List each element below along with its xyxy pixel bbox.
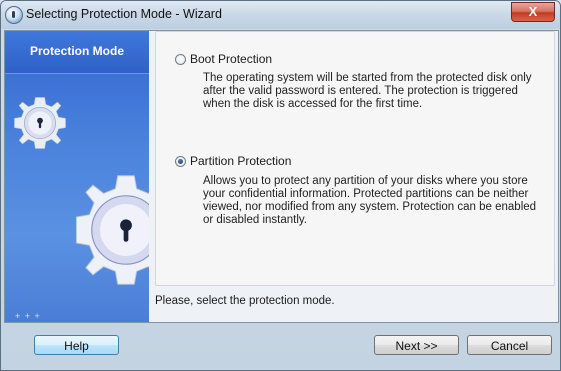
title-bar[interactable]: Selecting Protection Mode - Wizard X [1, 1, 560, 29]
options-panel: Boot Protection The operating system wil… [155, 31, 555, 286]
boot-protection-label[interactable]: Boot Protection [190, 52, 272, 66]
sidebar-dots: + + + [15, 311, 41, 321]
close-button[interactable]: X [511, 2, 555, 22]
app-lock-icon [5, 6, 23, 24]
wizard-body: Protection Mode + + + Boot Protection Th… [4, 30, 559, 323]
help-button[interactable]: Help [34, 335, 119, 355]
option-partition-protection[interactable]: Partition Protection [175, 154, 291, 168]
status-text: Please, select the protection mode. [155, 295, 335, 307]
boot-protection-description: The operating system will be started fro… [203, 72, 532, 110]
boot-protection-radio[interactable] [175, 53, 186, 65]
window-title: Selecting Protection Mode - Wizard [26, 7, 222, 21]
wizard-window: Selecting Protection Mode - Wizard X Pro… [0, 0, 561, 371]
lock-gear-icon [14, 97, 66, 149]
partition-protection-radio[interactable] [175, 155, 186, 167]
sidebar-title: Protection Mode [29, 44, 124, 58]
partition-protection-label[interactable]: Partition Protection [190, 154, 291, 168]
lock-gear-large-icon [75, 175, 149, 285]
option-boot-protection[interactable]: Boot Protection [175, 52, 272, 66]
next-button[interactable]: Next >> [374, 335, 459, 355]
partition-protection-description: Allows you to protect any partition of y… [203, 175, 537, 226]
sidebar-banner: Protection Mode + + + [5, 31, 149, 322]
cancel-button[interactable]: Cancel [467, 335, 552, 355]
content-area: Boot Protection The operating system wil… [155, 31, 558, 322]
sidebar-header: Protection Mode [5, 31, 149, 74]
